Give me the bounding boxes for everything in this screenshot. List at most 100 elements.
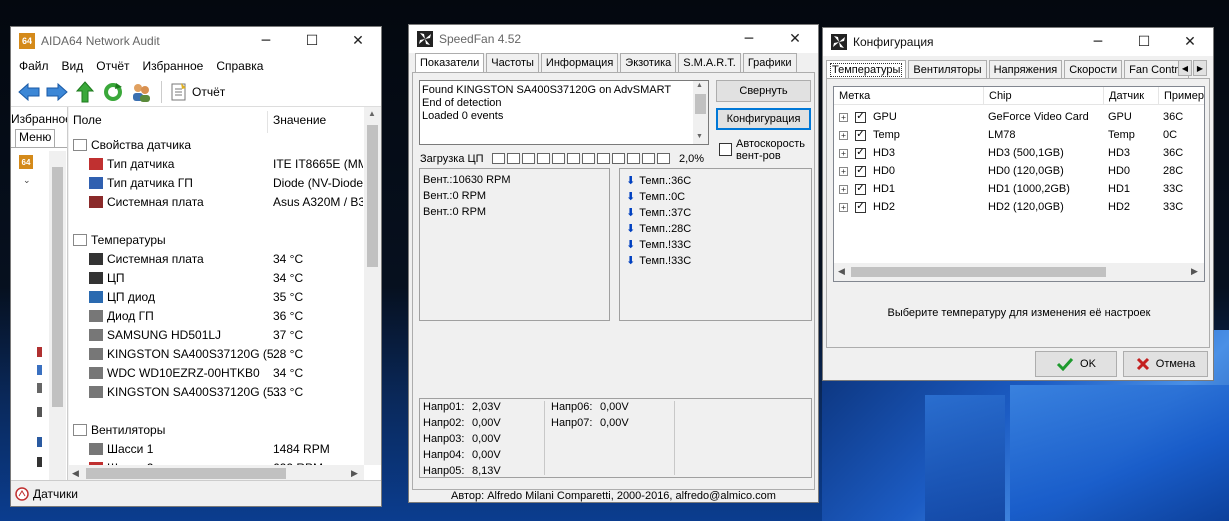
column-sensor[interactable]: Датчик bbox=[1104, 87, 1159, 105]
sensor-row[interactable]: KINGSTON SA400S37120G (5... bbox=[89, 382, 283, 401]
temperature-row[interactable]: + ✓ HD3 HD3 (500,1GB) HD3 36C bbox=[834, 144, 1204, 162]
speedfan-titlebar[interactable]: SpeedFan 4.52 ─ ✕ bbox=[409, 25, 818, 53]
row-chip: LM78 bbox=[988, 129, 1016, 141]
log-scrollbar[interactable]: ▲ ▼ bbox=[693, 81, 708, 144]
status-text: Датчики bbox=[33, 486, 78, 501]
tab-speeds[interactable]: Скорости bbox=[1064, 60, 1123, 79]
tab-readings[interactable]: Показатели bbox=[415, 53, 485, 72]
configure-button[interactable]: Конфигурация bbox=[716, 108, 811, 130]
column-chip[interactable]: Chip bbox=[984, 87, 1104, 105]
sensor-row[interactable]: WDC WD10EZRZ-00HTKB0 bbox=[89, 363, 283, 382]
group-icon bbox=[73, 233, 87, 246]
menu-view[interactable]: Вид bbox=[62, 59, 84, 73]
sensor-row[interactable]: Шасси 1 bbox=[89, 439, 283, 458]
expand-icon[interactable]: + bbox=[839, 112, 848, 122]
voltage-value: 2,03V bbox=[472, 401, 501, 413]
minimize-button[interactable]: ─ bbox=[726, 25, 772, 53]
menu-report[interactable]: Отчёт bbox=[96, 59, 129, 73]
column-field[interactable]: Поле bbox=[73, 113, 102, 133]
column-label[interactable]: Метка bbox=[834, 87, 984, 105]
report-icon[interactable] bbox=[168, 79, 190, 105]
tab-temperatures[interactable]: Температуры bbox=[826, 60, 907, 79]
auto-fan-checkbox[interactable] bbox=[719, 143, 732, 156]
temperature-reading: ⬇ Темп.!33C bbox=[626, 254, 691, 267]
tab-clock[interactable]: Частоты bbox=[486, 53, 539, 72]
sensor-group-header[interactable]: Вентиляторы bbox=[73, 420, 281, 439]
forward-icon[interactable] bbox=[43, 79, 71, 105]
expand-icon[interactable]: + bbox=[839, 184, 848, 194]
aida64-tree-icon[interactable]: 64 bbox=[19, 155, 33, 169]
sensor-row[interactable]: ЦП bbox=[89, 268, 283, 287]
tab-charts[interactable]: Графики bbox=[742, 53, 797, 72]
sensor-label: ЦП диод bbox=[107, 289, 155, 304]
sensor-list-vscroll[interactable]: ▲ bbox=[364, 107, 381, 465]
row-label: HD3 bbox=[873, 147, 896, 159]
sensor-row[interactable]: Системная плата bbox=[89, 192, 283, 211]
refresh-icon[interactable] bbox=[99, 79, 127, 105]
sensor-row[interactable]: Тип датчика bbox=[89, 154, 283, 173]
enable-checkbox[interactable]: ✓ bbox=[855, 111, 866, 123]
sensor-row[interactable]: Системная плата bbox=[89, 249, 283, 268]
desktop-light-pane bbox=[1010, 385, 1229, 521]
config-titlebar[interactable]: Конфигурация ─ ☐ ✕ bbox=[823, 28, 1213, 56]
left-panel-scrollbar[interactable] bbox=[49, 151, 66, 482]
tab-favorites[interactable]: Избранное bbox=[11, 112, 67, 126]
tab-smart[interactable]: S.M.A.R.T. bbox=[678, 53, 741, 72]
sensor-group-header[interactable]: Свойства датчика bbox=[73, 135, 281, 154]
minimize-button[interactable]: ─ bbox=[1075, 28, 1121, 56]
enable-checkbox[interactable]: ✓ bbox=[855, 201, 866, 213]
maximize-button[interactable]: ☐ bbox=[1121, 28, 1167, 56]
expand-icon[interactable]: ⌄ bbox=[23, 175, 31, 186]
expand-icon[interactable]: + bbox=[839, 166, 848, 176]
sensor-row[interactable]: SAMSUNG HD501LJ bbox=[89, 325, 283, 344]
row-sensor: HD2 bbox=[1108, 201, 1131, 213]
minimize-button[interactable]: ─ bbox=[243, 27, 289, 55]
sensor-label: Тип датчика ГП bbox=[107, 175, 193, 190]
tab-menu[interactable]: Меню bbox=[15, 129, 55, 147]
tab-scroll-left-icon[interactable]: ◀ bbox=[1178, 60, 1192, 76]
back-icon[interactable] bbox=[15, 79, 43, 105]
enable-checkbox[interactable]: ✓ bbox=[855, 129, 866, 141]
temperature-list-hscroll[interactable]: ◀ ▶ bbox=[834, 263, 1204, 281]
users-icon[interactable] bbox=[127, 79, 155, 105]
close-button[interactable]: ✕ bbox=[1167, 28, 1213, 56]
menu-help[interactable]: Справка bbox=[216, 59, 263, 73]
close-button[interactable]: ✕ bbox=[772, 25, 818, 53]
minimize-to-tray-button[interactable]: Свернуть bbox=[716, 80, 811, 102]
column-sample[interactable]: Пример bbox=[1159, 87, 1204, 105]
tab-fans[interactable]: Вентиляторы bbox=[908, 60, 987, 79]
sensor-row[interactable]: Тип датчика ГП bbox=[89, 173, 283, 192]
tab-voltages[interactable]: Напряжения bbox=[988, 60, 1063, 79]
cancel-button[interactable]: Отмена bbox=[1123, 351, 1208, 377]
maximize-button[interactable]: ☐ bbox=[289, 27, 335, 55]
sensor-value: 37 °C bbox=[273, 327, 304, 342]
tab-info[interactable]: Информация bbox=[540, 53, 619, 72]
sensor-row[interactable]: Диод ГП bbox=[89, 306, 283, 325]
up-icon[interactable] bbox=[71, 79, 99, 105]
ok-button[interactable]: OK bbox=[1035, 351, 1117, 377]
temperature-row[interactable]: + ✓ HD1 HD1 (1000,2GB) HD1 33C bbox=[834, 180, 1204, 198]
sensor-value: 36 °C bbox=[273, 308, 304, 323]
close-button[interactable]: ✕ bbox=[335, 27, 381, 55]
temperature-row[interactable]: + ✓ GPU GeForce Video Card GPU 36C bbox=[834, 108, 1204, 126]
report-button[interactable]: Отчёт bbox=[192, 85, 225, 99]
tab-scroll-right-icon[interactable]: ▶ bbox=[1193, 60, 1207, 76]
expand-icon[interactable]: + bbox=[839, 148, 848, 158]
aida64-titlebar[interactable]: 64 AIDA64 Network Audit ─ ☐ ✕ bbox=[11, 27, 381, 55]
expand-icon[interactable]: + bbox=[839, 130, 848, 140]
tab-exotics[interactable]: Экзотика bbox=[620, 53, 677, 72]
temperature-row[interactable]: + ✓ HD2 HD2 (120,0GB) HD2 33C bbox=[834, 198, 1204, 216]
sensor-row[interactable]: ЦП диод bbox=[89, 287, 283, 306]
enable-checkbox[interactable]: ✓ bbox=[855, 165, 866, 177]
menu-file[interactable]: Файл bbox=[19, 59, 49, 73]
sensor-label: WDC WD10EZRZ-00HTKB0 bbox=[107, 365, 260, 380]
column-value[interactable]: Значение bbox=[273, 113, 326, 133]
sensor-group-header[interactable]: Температуры bbox=[73, 230, 281, 249]
temperature-row[interactable]: + ✓ Temp LM78 Temp 0C bbox=[834, 126, 1204, 144]
temperature-row[interactable]: + ✓ HD0 HD0 (120,0GB) HD0 28C bbox=[834, 162, 1204, 180]
menu-favorites[interactable]: Избранное bbox=[143, 59, 204, 73]
enable-checkbox[interactable]: ✓ bbox=[855, 183, 866, 195]
expand-icon[interactable]: + bbox=[839, 202, 848, 212]
enable-checkbox[interactable]: ✓ bbox=[855, 147, 866, 159]
sensor-row[interactable]: KINGSTON SA400S37120G (5... bbox=[89, 344, 283, 363]
